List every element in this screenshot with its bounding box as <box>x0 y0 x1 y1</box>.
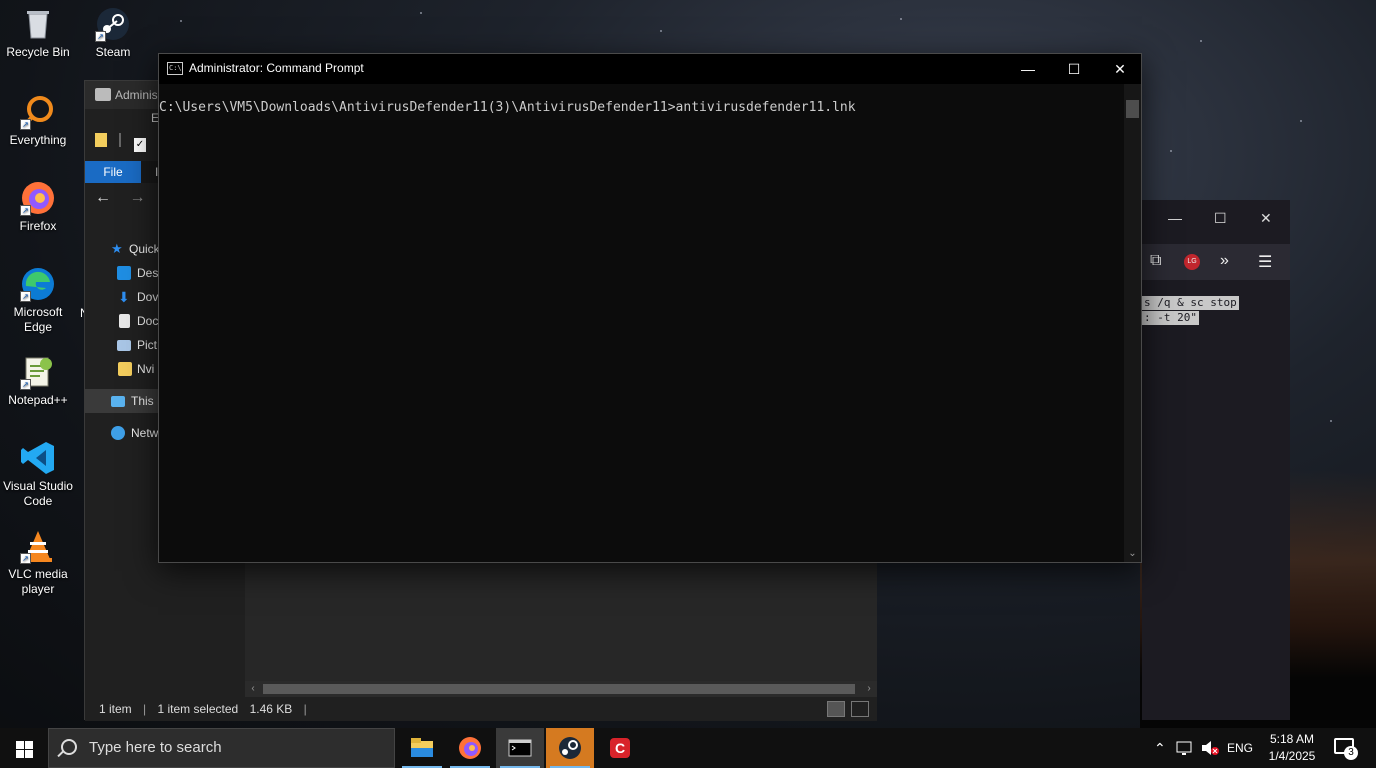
status-size: 1.46 KB <box>249 702 293 716</box>
everything-icon: ↗ <box>20 94 56 130</box>
firefox-icon <box>459 737 481 759</box>
language-indicator[interactable]: ENG <box>1227 728 1253 768</box>
cmd-window-icon <box>95 88 111 101</box>
firefox-toolbar: ⧉ LG » ☰ <box>1142 244 1290 280</box>
cmd-window-icon: C:\ <box>167 62 183 75</box>
vscode-icon <box>20 440 56 476</box>
this-pc-icon <box>111 396 125 407</box>
ublock-icon[interactable]: LG <box>1184 254 1200 270</box>
file-explorer-icon <box>411 738 433 757</box>
forward-arrow-icon[interactable]: → <box>129 189 145 206</box>
maximize-button[interactable]: ☐ <box>1051 54 1097 84</box>
steam-icon: ↗ <box>95 6 131 42</box>
search-placeholder: Type here to search <box>89 739 222 756</box>
horizontal-scrollbar[interactable]: ‹ › <box>245 681 877 697</box>
notification-badge: 3 <box>1344 746 1358 760</box>
vlc-icon: ↗ <box>20 528 56 564</box>
scrollbar-thumb[interactable] <box>263 684 855 694</box>
close-button[interactable]: ✕ <box>1097 54 1143 84</box>
desktop-icon-recycle-bin[interactable]: Recycle Bin <box>0 6 76 60</box>
scroll-left-icon[interactable]: ‹ <box>245 681 261 697</box>
scrollbar-thumb[interactable] <box>1126 100 1139 118</box>
network-icon <box>111 426 125 440</box>
extensions-icon[interactable]: ⧉ <box>1150 252 1161 270</box>
desktop-icon-edge[interactable]: ↗ Microsoft Edge <box>0 266 76 335</box>
selected-text-line: : -t 20" <box>1142 311 1199 325</box>
taskbar-search-box[interactable]: Type here to search <box>48 728 395 768</box>
desktop-icon-vlc[interactable]: ↗ VLC media player <box>0 528 76 597</box>
back-arrow-icon[interactable]: ← <box>95 189 111 206</box>
volume-muted-icon[interactable] <box>1200 728 1220 768</box>
network-tray-icon[interactable] <box>1176 728 1194 768</box>
hamburger-menu-icon[interactable]: ☰ <box>1258 252 1272 272</box>
desktop-icon-notepadpp[interactable]: ↗ Notepad++ <box>0 354 76 408</box>
command-prompt-window[interactable]: C:\ Administrator: Command Prompt — ☐ ✕ … <box>158 53 1142 563</box>
scroll-down-icon[interactable]: ⌄ <box>1124 546 1141 562</box>
firefox-content[interactable]: s /q & sc stop : -t 20" <box>1142 280 1290 720</box>
close-icon[interactable]: ✕ <box>1260 210 1272 227</box>
taskbar-app-file-explorer[interactable] <box>398 728 446 768</box>
status-bar: 1 item | 1 item selected 1.46 KB | <box>85 697 877 721</box>
folder-icon <box>118 362 132 376</box>
scroll-right-icon[interactable]: › <box>861 681 877 697</box>
selected-text-line: s /q & sc stop <box>1142 296 1239 310</box>
clock-time: 5:18 AM <box>1269 732 1315 746</box>
search-icon <box>61 739 77 755</box>
console-output[interactable]: C:\Users\VM5\Downloads\AntivirusDefender… <box>159 84 1125 562</box>
taskbar: Type here to search C ⌃ ENG 5:18 AM 1/4/… <box>0 728 1376 768</box>
minimize-button[interactable]: — <box>1005 54 1051 84</box>
firefox-icon: ↗ <box>20 180 56 216</box>
details-view-button[interactable] <box>827 701 845 717</box>
cmd-window-title: Administrator: Command Prompt <box>189 61 364 75</box>
quick-access-toolbar: ✓ <box>95 133 167 155</box>
taskbar-app-ccleaner[interactable]: C <box>596 728 644 768</box>
ccleaner-icon: C <box>610 738 630 758</box>
desktop-folder-icon <box>117 266 131 280</box>
folder-icon[interactable] <box>95 133 107 147</box>
desktop-icon-vscode[interactable]: Visual Studio Code <box>0 440 76 509</box>
large-icons-view-button[interactable] <box>851 701 869 717</box>
svg-text:C: C <box>615 740 625 756</box>
clock-date: 1/4/2025 <box>1268 749 1316 763</box>
minimize-icon[interactable]: — <box>1168 210 1182 226</box>
show-hidden-icons-chevron-icon[interactable]: ⌃ <box>1154 728 1166 768</box>
taskbar-app-firefox[interactable] <box>446 728 494 768</box>
pictures-icon <box>117 340 131 351</box>
console-line: C:\Users\VM5\Downloads\AntivirusDefender… <box>159 100 856 115</box>
start-button[interactable] <box>0 728 48 768</box>
separator <box>119 133 122 147</box>
recycle-bin-icon <box>20 6 56 42</box>
terminal-icon <box>508 739 532 757</box>
vertical-scrollbar[interactable]: ⌄ <box>1124 84 1141 562</box>
ribbon-file-tab[interactable]: File <box>85 161 141 183</box>
desktop-icon-everything[interactable]: ↗ Everything <box>0 94 76 148</box>
overflow-chevrons-icon[interactable]: » <box>1220 252 1229 270</box>
file-list-area[interactable] <box>245 563 877 681</box>
steam-icon <box>559 737 581 759</box>
downloads-icon: ⬇ <box>118 289 130 305</box>
notepadpp-icon: ↗ <box>20 354 56 390</box>
maximize-icon[interactable]: ☐ <box>1214 210 1227 227</box>
documents-icon <box>119 314 130 328</box>
properties-icon[interactable]: ✓ <box>133 138 146 152</box>
edge-icon: ↗ <box>20 266 56 302</box>
taskbar-app-command-prompt[interactable] <box>496 728 544 768</box>
star-icon: ★ <box>111 241 123 256</box>
cmd-titlebar[interactable]: C:\ Administrator: Command Prompt — ☐ ✕ <box>159 54 1141 84</box>
explorer-title: Adminis <box>115 88 158 102</box>
clock[interactable]: 5:18 AM 1/4/2025 <box>1262 731 1322 765</box>
status-selected: 1 item selected <box>157 702 239 716</box>
firefox-window[interactable]: — ☐ ✕ ⧉ LG » ☰ s /q & sc stop : -t 20" <box>1142 200 1290 720</box>
nav-buttons: ← → ⌄ <box>95 189 165 207</box>
desktop-icon-steam[interactable]: ↗ Steam <box>75 6 151 60</box>
desktop-icon-firefox[interactable]: ↗ Firefox <box>0 180 76 234</box>
status-item-count: 1 item <box>99 702 132 716</box>
taskbar-app-steam[interactable] <box>546 728 594 768</box>
